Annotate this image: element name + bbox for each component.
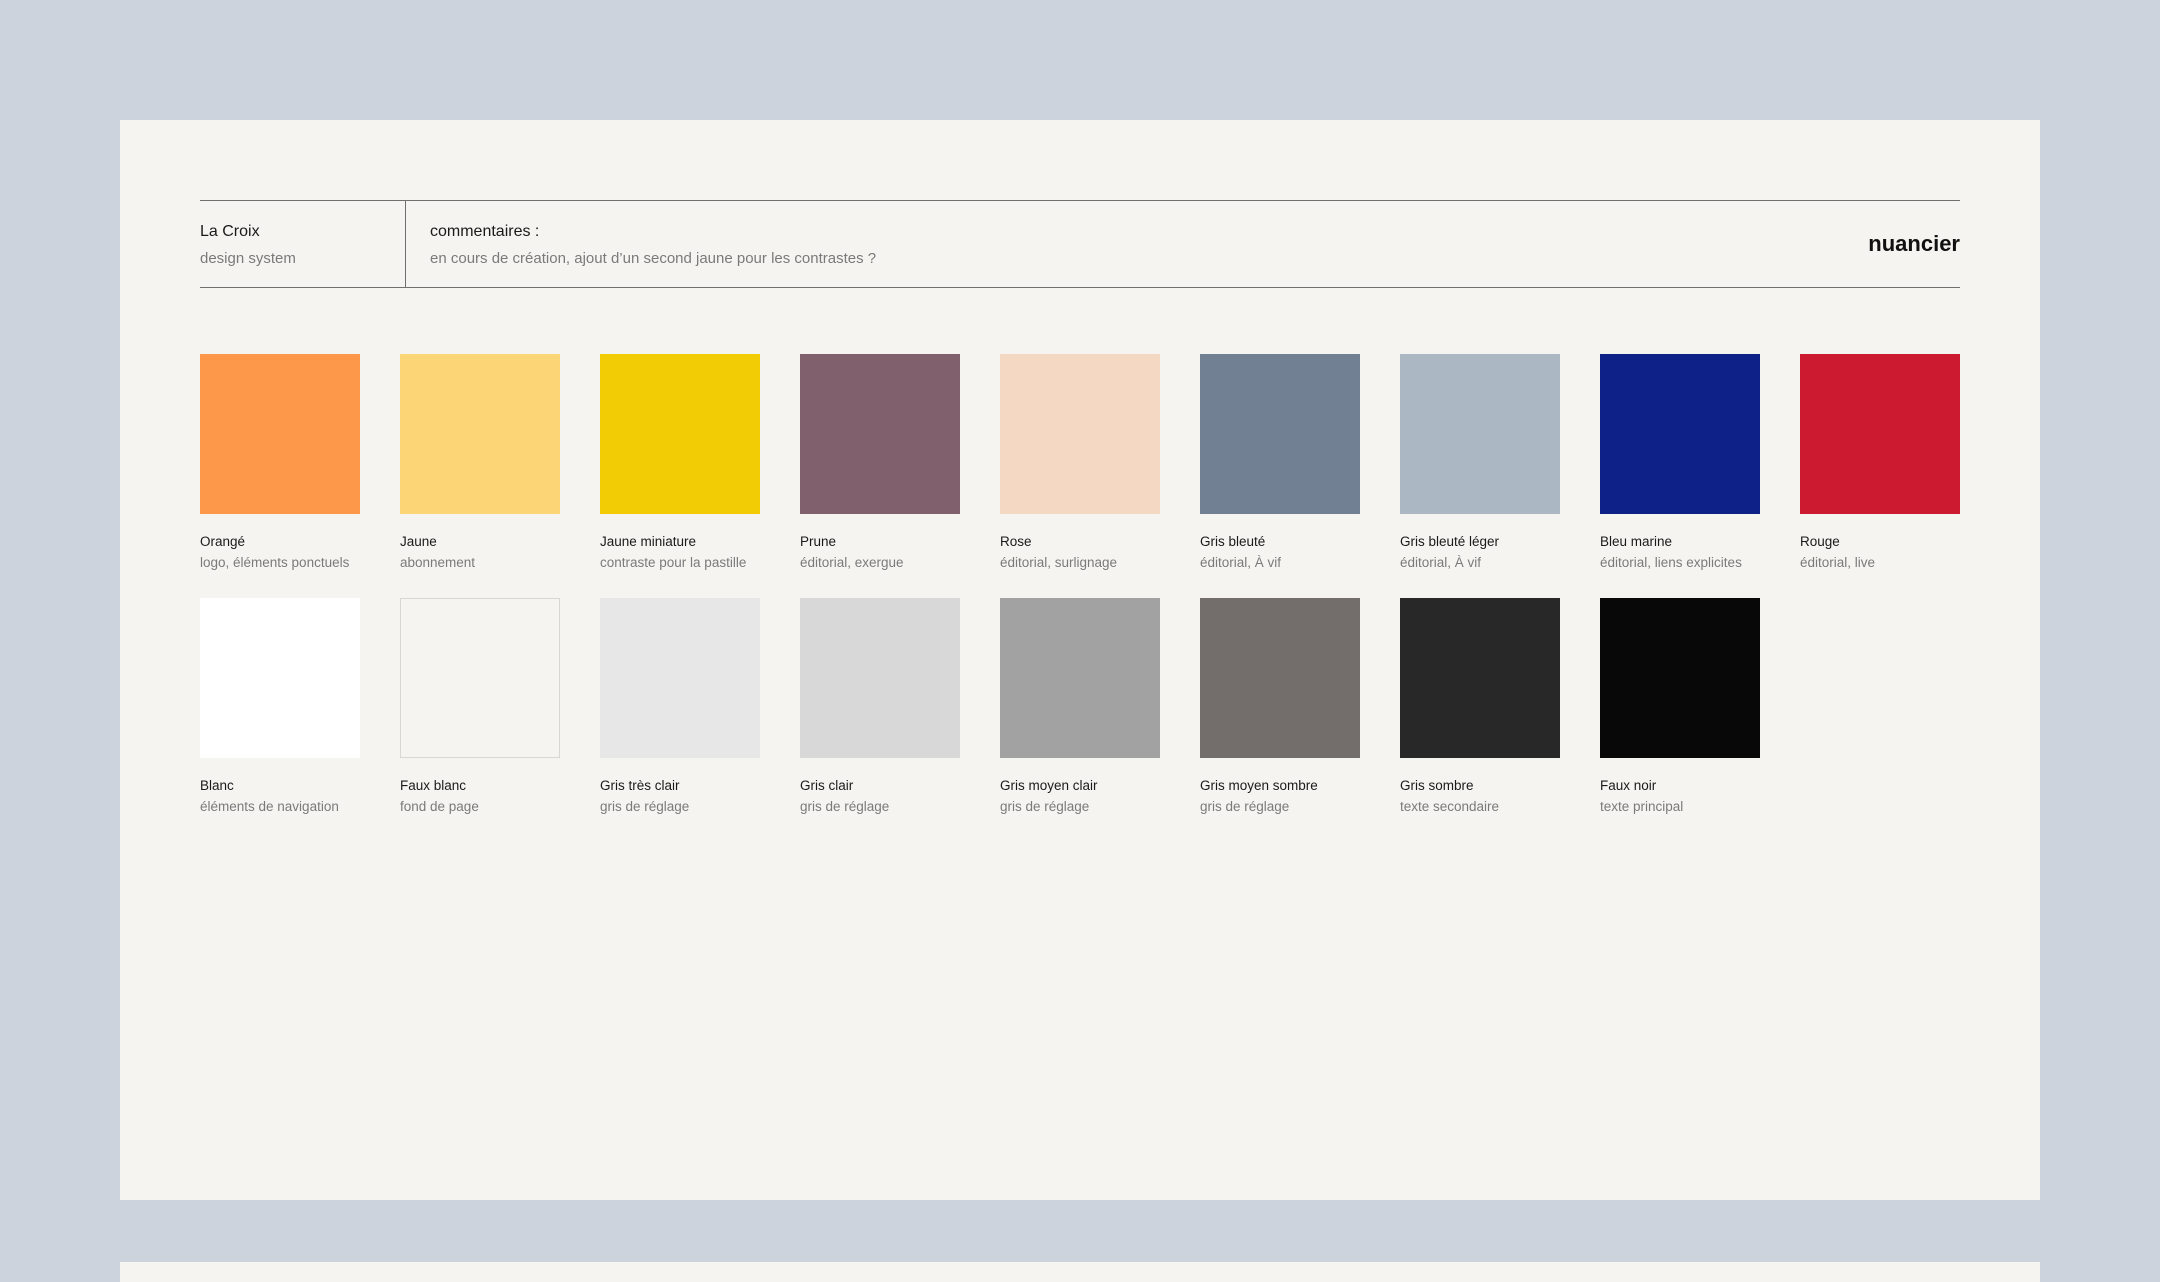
swatch-gris-bleute-leger: Gris bleuté léger éditorial, À vif <box>1400 354 1560 570</box>
color-chip <box>1400 598 1560 758</box>
swatch-name: Prune <box>800 534 837 549</box>
comment-text: en cours de création, ajout d’un second … <box>430 250 877 267</box>
swatch-usage: éditorial, À vif <box>1200 555 1282 570</box>
color-chip <box>1800 354 1960 514</box>
color-chip <box>200 598 360 758</box>
swatch-name: Gris moyen sombre <box>1200 778 1318 793</box>
swatch-gris-moyen-sombre: Gris moyen sombre gris de réglage <box>1200 598 1360 814</box>
swatch-orange: Orangé logo, éléments ponctuels <box>200 354 360 570</box>
color-chip <box>1600 598 1760 758</box>
swatch-name: Rouge <box>1800 534 1840 549</box>
artboard: La Croix design system commentaires : en… <box>120 120 2040 1200</box>
brand-name: La Croix <box>200 223 260 240</box>
swatch-jaune-miniature: Jaune miniature contraste pour la pastil… <box>600 354 760 570</box>
swatch-name: Blanc <box>200 778 234 793</box>
color-chip <box>1600 354 1760 514</box>
swatch-gris-bleute: Gris bleuté éditorial, À vif <box>1200 354 1360 570</box>
swatch-usage: éléments de navigation <box>200 799 339 814</box>
swatch-name: Orangé <box>200 534 246 549</box>
brand-block: La Croix design system <box>200 201 406 287</box>
color-chip <box>1000 354 1160 514</box>
swatch-usage: texte secondaire <box>1400 799 1500 814</box>
swatch-usage: texte principal <box>1600 799 1684 814</box>
swatch-name: Bleu marine <box>1600 534 1673 549</box>
swatch-usage: gris de réglage <box>600 799 690 814</box>
swatch-prune: Prune éditorial, exergue <box>800 354 960 570</box>
swatch-usage: éditorial, exergue <box>800 555 904 570</box>
swatch-jaune: Jaune abonnement <box>400 354 560 570</box>
swatch-usage: gris de réglage <box>800 799 890 814</box>
swatch-usage: éditorial, live <box>1800 555 1876 570</box>
swatch-name: Jaune <box>400 534 437 549</box>
color-chip <box>400 598 560 758</box>
swatch-usage: éditorial, liens explicites <box>1600 555 1742 570</box>
color-chip <box>1200 598 1360 758</box>
next-artboard-edge <box>120 1262 2040 1282</box>
swatch-usage: logo, éléments ponctuels <box>200 555 350 570</box>
swatch-blanc: Blanc éléments de navigation <box>200 598 360 814</box>
comment-label: commentaires : <box>430 223 540 240</box>
swatch-name: Gris bleuté léger <box>1400 534 1500 549</box>
swatch-rouge: Rouge éditorial, live <box>1800 354 1960 570</box>
swatch-name: Jaune miniature <box>600 534 697 549</box>
swatch-name: Gris clair <box>800 778 854 793</box>
swatch-gris-clair: Gris clair gris de réglage <box>800 598 960 814</box>
swatch-usage: fond de page <box>400 799 479 814</box>
swatch-name: Rose <box>1000 534 1032 549</box>
swatch-usage: gris de réglage <box>1000 799 1090 814</box>
swatch-name: Faux noir <box>1600 778 1657 793</box>
swatch-usage: abonnement <box>400 555 476 570</box>
color-chip <box>800 598 960 758</box>
color-chip <box>600 354 760 514</box>
swatch-usage: gris de réglage <box>1200 799 1290 814</box>
swatch-usage: éditorial, surlignage <box>1000 555 1118 570</box>
swatch-name: Faux blanc <box>400 778 467 793</box>
swatch-name: Gris sombre <box>1400 778 1474 793</box>
brand-subtitle: design system <box>200 250 296 267</box>
swatch-faux-blanc: Faux blanc fond de page <box>400 598 560 814</box>
swatch-row-neutrals: Blanc éléments de navigation Faux blanc … <box>200 598 1960 828</box>
swatch-gris-sombre: Gris sombre texte secondaire <box>1400 598 1560 814</box>
swatch-row-brand: Orangé logo, éléments ponctuels Jaune ab… <box>200 354 1960 584</box>
color-chip <box>1000 598 1160 758</box>
swatch-faux-noir: Faux noir texte principal <box>1600 598 1760 814</box>
color-chip <box>400 354 560 514</box>
color-chip <box>1200 354 1360 514</box>
page-title: nuancier <box>1868 231 1960 256</box>
swatch-usage: contraste pour la pastille <box>600 555 747 570</box>
swatch-name: Gris très clair <box>600 778 680 793</box>
swatch-gris-moyen-clair: Gris moyen clair gris de réglage <box>1000 598 1160 814</box>
swatch-bleu-marine: Bleu marine éditorial, liens explicites <box>1600 354 1760 570</box>
color-chip <box>200 354 360 514</box>
color-chip <box>800 354 960 514</box>
color-chip <box>600 598 760 758</box>
color-chip <box>1400 354 1560 514</box>
swatch-name: Gris moyen clair <box>1000 778 1098 793</box>
swatch-rose: Rose éditorial, surlignage <box>1000 354 1160 570</box>
page-header: La Croix design system commentaires : en… <box>200 200 1960 288</box>
swatch-usage: éditorial, À vif <box>1400 555 1482 570</box>
swatch-name: Gris bleuté <box>1200 534 1266 549</box>
swatch-gris-tres-clair: Gris très clair gris de réglage <box>600 598 760 814</box>
comment-block: commentaires : en cours de création, ajo… <box>430 201 1630 287</box>
